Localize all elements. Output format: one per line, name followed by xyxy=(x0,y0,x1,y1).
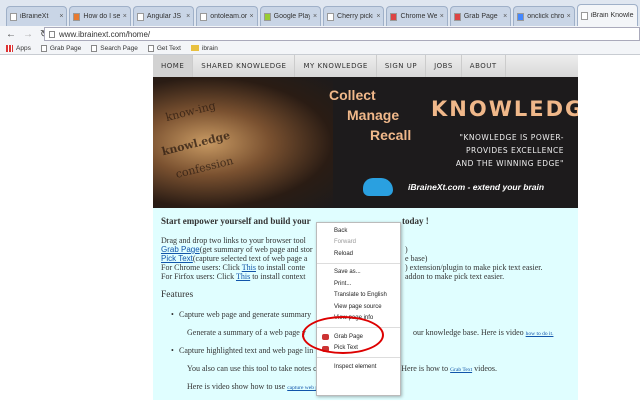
forward-icon[interactable]: → xyxy=(23,29,33,40)
close-tab-icon[interactable]: × xyxy=(250,13,254,20)
nav-shared-knowledge[interactable]: SHARED KNOWLEDGE xyxy=(193,55,296,77)
nav-jobs[interactable]: JOBS xyxy=(426,55,462,77)
page-icon xyxy=(200,12,208,21)
bookmark-get-text[interactable]: Get Text xyxy=(147,44,181,52)
browser-tab[interactable]: How do I setu× xyxy=(69,6,131,26)
browser-tab[interactable]: Google Play fo× xyxy=(259,6,322,26)
banner-recall: Recall xyxy=(370,127,412,143)
browser-tab[interactable]: Grab Page - E× xyxy=(449,6,512,26)
menu-print[interactable]: Print... xyxy=(317,278,400,290)
apps-icon xyxy=(6,44,13,52)
chrome-this-link[interactable]: This xyxy=(242,263,256,272)
menu-forward: Forward xyxy=(334,239,357,246)
banner-manage: Manage xyxy=(347,107,400,123)
close-tab-icon[interactable]: × xyxy=(313,13,317,20)
firefox-this-link[interactable]: This xyxy=(236,272,250,281)
close-tab-icon[interactable]: × xyxy=(376,13,380,20)
bookmark-apps[interactable]: Apps xyxy=(6,44,31,52)
tab-strip: iBraineXt× How do I setu× Angular JS in×… xyxy=(0,4,640,26)
menu-translate[interactable]: Translate to English xyxy=(317,290,400,302)
pick-text-link[interactable]: Pick Text xyxy=(161,254,193,263)
nav-my-knowledge[interactable]: MY KNOWLEDGE xyxy=(295,55,377,77)
menu-separator xyxy=(317,262,400,264)
bookmarks-bar: Apps Grab Page Search Page Get Text ibra… xyxy=(0,42,640,55)
page-icon xyxy=(136,12,144,21)
close-tab-icon[interactable]: × xyxy=(440,13,444,20)
dictionary-image: know-ing knowl.edge confession xyxy=(153,77,333,208)
banner-quote: "KNOWLEDGE IS POWER- PROVIDES EXCELLENCE… xyxy=(455,133,564,168)
banner-collect: Collect xyxy=(329,87,376,103)
folder-icon xyxy=(190,45,199,51)
browser-chrome: iBraineXt× How do I setu× Angular JS in×… xyxy=(0,0,640,55)
how-to-do-it-link[interactable]: how to do it. xyxy=(526,331,554,337)
context-menu: Back Forward Reload Save as... Print... … xyxy=(316,222,401,396)
nav-home[interactable]: HOME xyxy=(153,55,194,77)
close-tab-icon[interactable]: × xyxy=(59,13,63,20)
android-icon xyxy=(263,12,271,21)
banner-tagline: iBraineXt.com - extend your brain xyxy=(408,182,545,192)
nav-about[interactable]: ABOUT xyxy=(462,55,506,77)
close-tab-icon[interactable]: × xyxy=(123,13,127,20)
close-tab-icon[interactable]: × xyxy=(186,13,190,20)
page-icon xyxy=(147,44,154,52)
nav-sign-up[interactable]: SIGN UP xyxy=(377,55,427,77)
chrome-store-icon xyxy=(453,12,461,21)
close-tab-icon[interactable]: × xyxy=(567,13,571,20)
google-icon xyxy=(517,12,525,21)
menu-back[interactable]: Back xyxy=(317,225,400,237)
menu-inspect[interactable]: Inspect element xyxy=(317,361,400,373)
hero-banner: know-ing knowl.edge confession Collect M… xyxy=(153,77,578,208)
chrome-store-icon xyxy=(390,12,398,21)
wikipedia-icon xyxy=(327,12,335,21)
browser-tab-active[interactable]: iBrain Knowle xyxy=(576,4,639,26)
red-highlight-circle xyxy=(302,316,384,354)
menu-separator xyxy=(317,357,400,358)
page-icon xyxy=(10,12,17,21)
browser-tab[interactable]: iBraineXt × xyxy=(6,6,68,26)
menu-save-as[interactable]: Save as... xyxy=(317,267,400,279)
browser-tab[interactable]: ontoleam.org× xyxy=(196,6,258,26)
banner-knowledge: KNOWLEDGE xyxy=(431,97,578,121)
site-nav: HOME SHARED KNOWLEDGE MY KNOWLEDGE SIGN … xyxy=(153,55,578,77)
browser-tab[interactable]: onclick chrom× xyxy=(513,6,575,26)
close-tab-icon[interactable]: × xyxy=(503,13,507,20)
back-icon[interactable]: ← xyxy=(6,29,16,40)
bookmark-search-page[interactable]: Search Page xyxy=(91,44,138,52)
grab-page-link[interactable]: Grab Page xyxy=(161,245,200,254)
page-icon xyxy=(40,44,47,52)
bookmark-grab-page[interactable]: Grab Page xyxy=(40,44,81,52)
bookmark-ibrain[interactable]: ibrain xyxy=(190,45,218,52)
cloud-logo-icon xyxy=(363,178,393,196)
toolbar: ← → ↻ www.ibrainext.com/home/ xyxy=(0,26,640,42)
page-icon xyxy=(49,30,55,38)
page-icon xyxy=(580,11,588,20)
address-bar[interactable]: www.ibrainext.com/home/ xyxy=(44,27,640,41)
grab-text-link[interactable]: Grab Text xyxy=(450,367,472,373)
menu-view-source[interactable]: View page source xyxy=(317,301,400,313)
browser-tab[interactable]: Chrome Web× xyxy=(386,6,448,26)
page-icon xyxy=(73,12,81,21)
page-icon xyxy=(91,44,98,52)
browser-tab[interactable]: Cherry picking× xyxy=(323,6,385,26)
menu-reload[interactable]: Reload xyxy=(317,248,400,260)
browser-tab[interactable]: Angular JS in× xyxy=(132,6,195,26)
